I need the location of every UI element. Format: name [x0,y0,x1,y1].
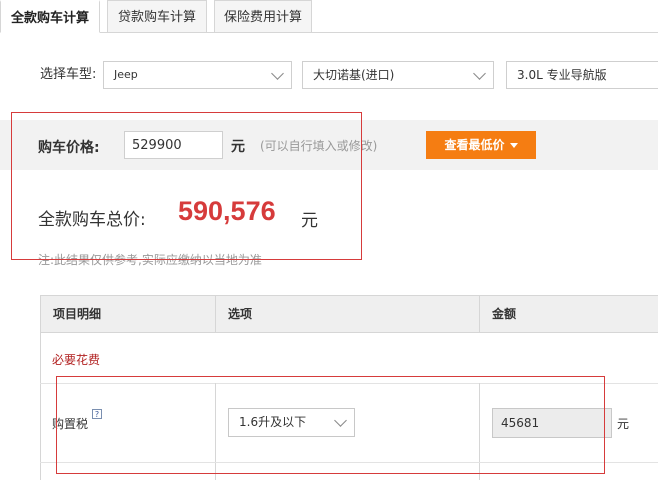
section-title: 必要花费 [52,353,101,367]
chevron-down-icon [271,67,284,80]
tab-insurance[interactable]: 保险费用计算 [214,0,312,33]
caret-down-icon [509,143,518,148]
car-select-label: 选择车型: [40,67,97,82]
lowest-price-button[interactable]: 查看最低价 [426,131,536,159]
model-select-value: 3.0L 专业导航版 [517,68,607,82]
tab-loan[interactable]: 贷款购车计算 [107,0,207,33]
amount-unit: 元 [617,417,630,431]
chevron-down-icon [473,67,486,80]
header-option: 选项 [215,295,480,333]
tab-full-payment[interactable]: 全款购车计算 [0,0,100,33]
header-item: 项目明细 [40,295,216,333]
model-select[interactable]: 3.0L 专业导航版 [506,61,658,89]
brand-select[interactable]: Jeep [103,61,292,89]
annotation-box-tax [56,376,605,474]
series-select-value: 大切诺基(进口) [313,68,395,82]
table-border-left [40,333,41,480]
header-amount: 金额 [479,295,658,333]
brand-select-value: Jeep [114,68,138,81]
lowest-price-button-label: 查看最低价 [444,138,505,152]
series-select[interactable]: 大切诺基(进口) [302,61,494,89]
annotation-box-price [11,112,362,260]
